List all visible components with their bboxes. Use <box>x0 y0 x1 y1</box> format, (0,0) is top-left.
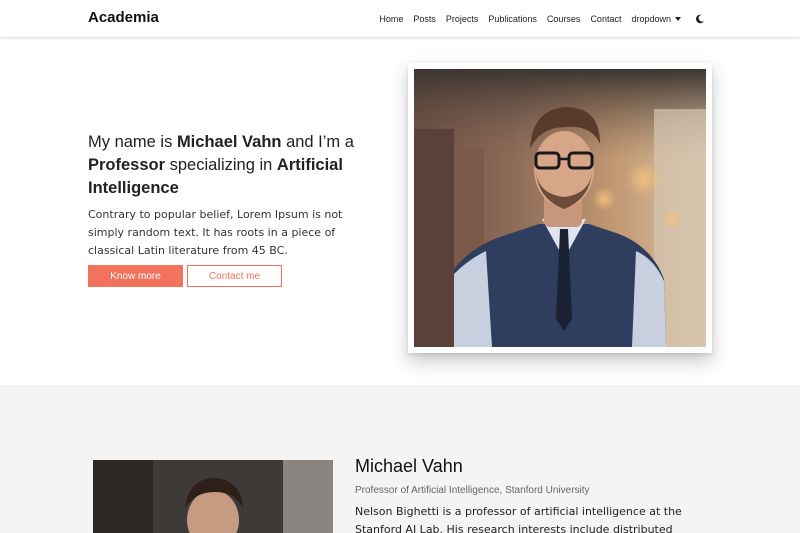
nav-courses[interactable]: Courses <box>542 14 586 24</box>
nav-contact[interactable]: Contact <box>585 14 626 24</box>
heading-text: My name is <box>88 133 177 151</box>
navbar: Academia Home Posts Projects Publication… <box>0 0 800 38</box>
nav-publications[interactable]: Publications <box>483 14 542 24</box>
moon-icon <box>696 14 705 24</box>
heading-role: Professor <box>88 156 166 174</box>
about-section: Michael Vahn Professor of Artificial Int… <box>0 385 800 533</box>
know-more-button[interactable]: Know more <box>88 265 183 287</box>
about-photo <box>93 460 333 533</box>
hero-text: My name is Michael Vahn and I’m a Profes… <box>88 131 368 260</box>
nav-dropdown-label: dropdown <box>631 14 671 24</box>
about-name: Michael Vahn <box>355 456 463 476</box>
nav-dropdown[interactable]: dropdown <box>626 14 686 24</box>
nav-links: Home Posts Projects Publications Courses… <box>374 0 708 38</box>
hero-section: My name is Michael Vahn and I’m a Profes… <box>0 38 800 385</box>
contact-me-button[interactable]: Contact me <box>187 265 282 287</box>
about-title: Professor of Artificial Intelligence, St… <box>355 485 590 496</box>
heading-name: Michael Vahn <box>176 133 282 151</box>
portrait-image <box>93 460 333 533</box>
nav-home[interactable]: Home <box>374 14 408 24</box>
heading-text: specializing in <box>165 156 277 174</box>
profile-photo <box>414 69 706 347</box>
hero-description: Contrary to popular belief, Lorem Ipsum … <box>88 208 343 257</box>
heading-text: and I’m a <box>281 133 354 151</box>
caret-down-icon <box>675 17 681 21</box>
hero-buttons: Know more Contact me <box>88 265 282 287</box>
theme-toggle-button[interactable] <box>692 11 708 27</box>
hero-photo-frame <box>408 63 712 353</box>
brand-logo[interactable]: Academia <box>88 9 159 26</box>
about-bio: Nelson Bighetti is a professor of artifi… <box>355 505 682 533</box>
hero-heading: My name is Michael Vahn and I’m a Profes… <box>88 131 368 200</box>
nav-posts[interactable]: Posts <box>408 14 441 24</box>
nav-projects[interactable]: Projects <box>441 14 484 24</box>
